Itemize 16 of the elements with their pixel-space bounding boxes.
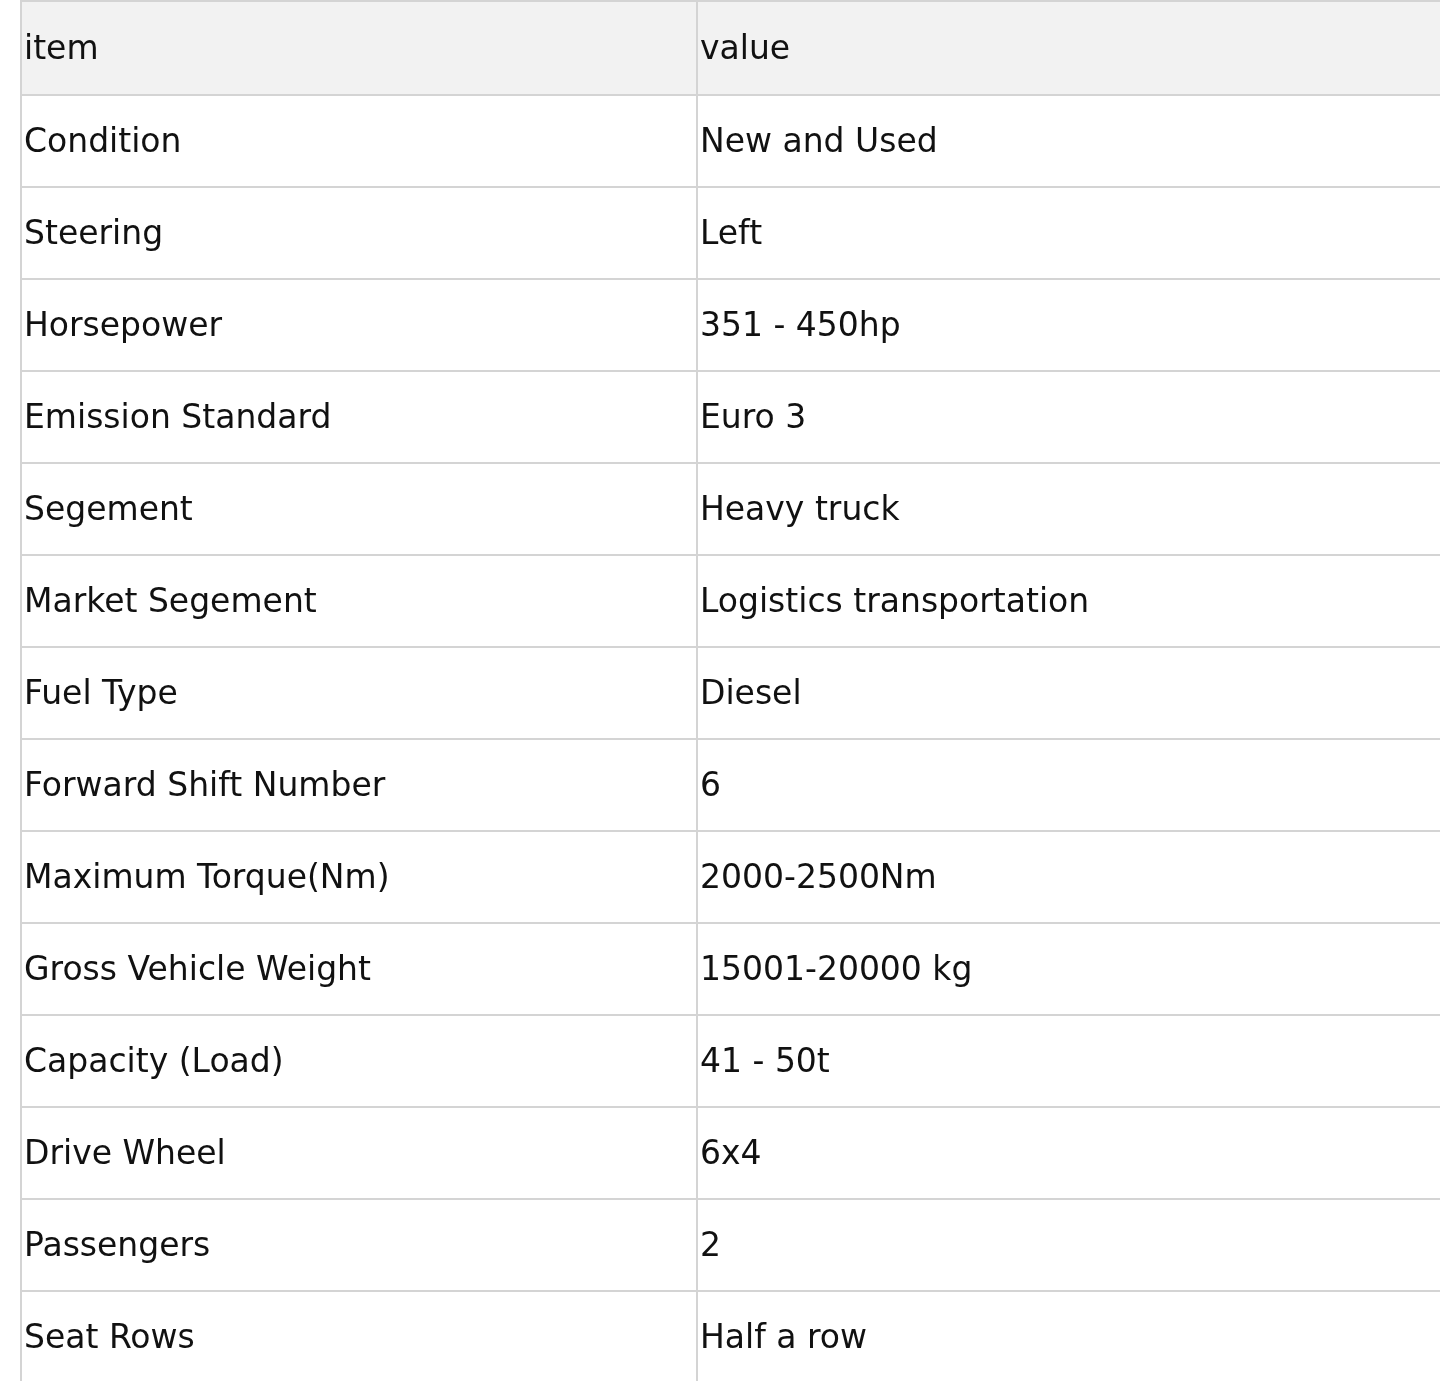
table-cell: Steering [21,187,697,279]
table-cell: Gross Vehicle Weight [21,923,697,1015]
table-cell: Fuel Type [21,647,697,739]
table-cell: Maximum Torque(Nm) [21,831,697,923]
table-cell: Seat Rows [21,1291,697,1381]
table-cell: Drive Wheel [21,1107,697,1199]
table-cell: Horsepower [21,279,697,371]
table-cell: Passengers [21,1199,697,1291]
table-cell: Market Segement [21,555,697,647]
table-cell: Forward Shift Number [21,739,697,831]
column-header: item [21,1,697,95]
table-cell: Condition [21,95,697,187]
table-cell: Segement [21,463,697,555]
table-cell: Emission Standard [21,371,697,463]
table-cell: Capacity (Load) [21,1015,697,1107]
column-header: value [697,1,1440,95]
